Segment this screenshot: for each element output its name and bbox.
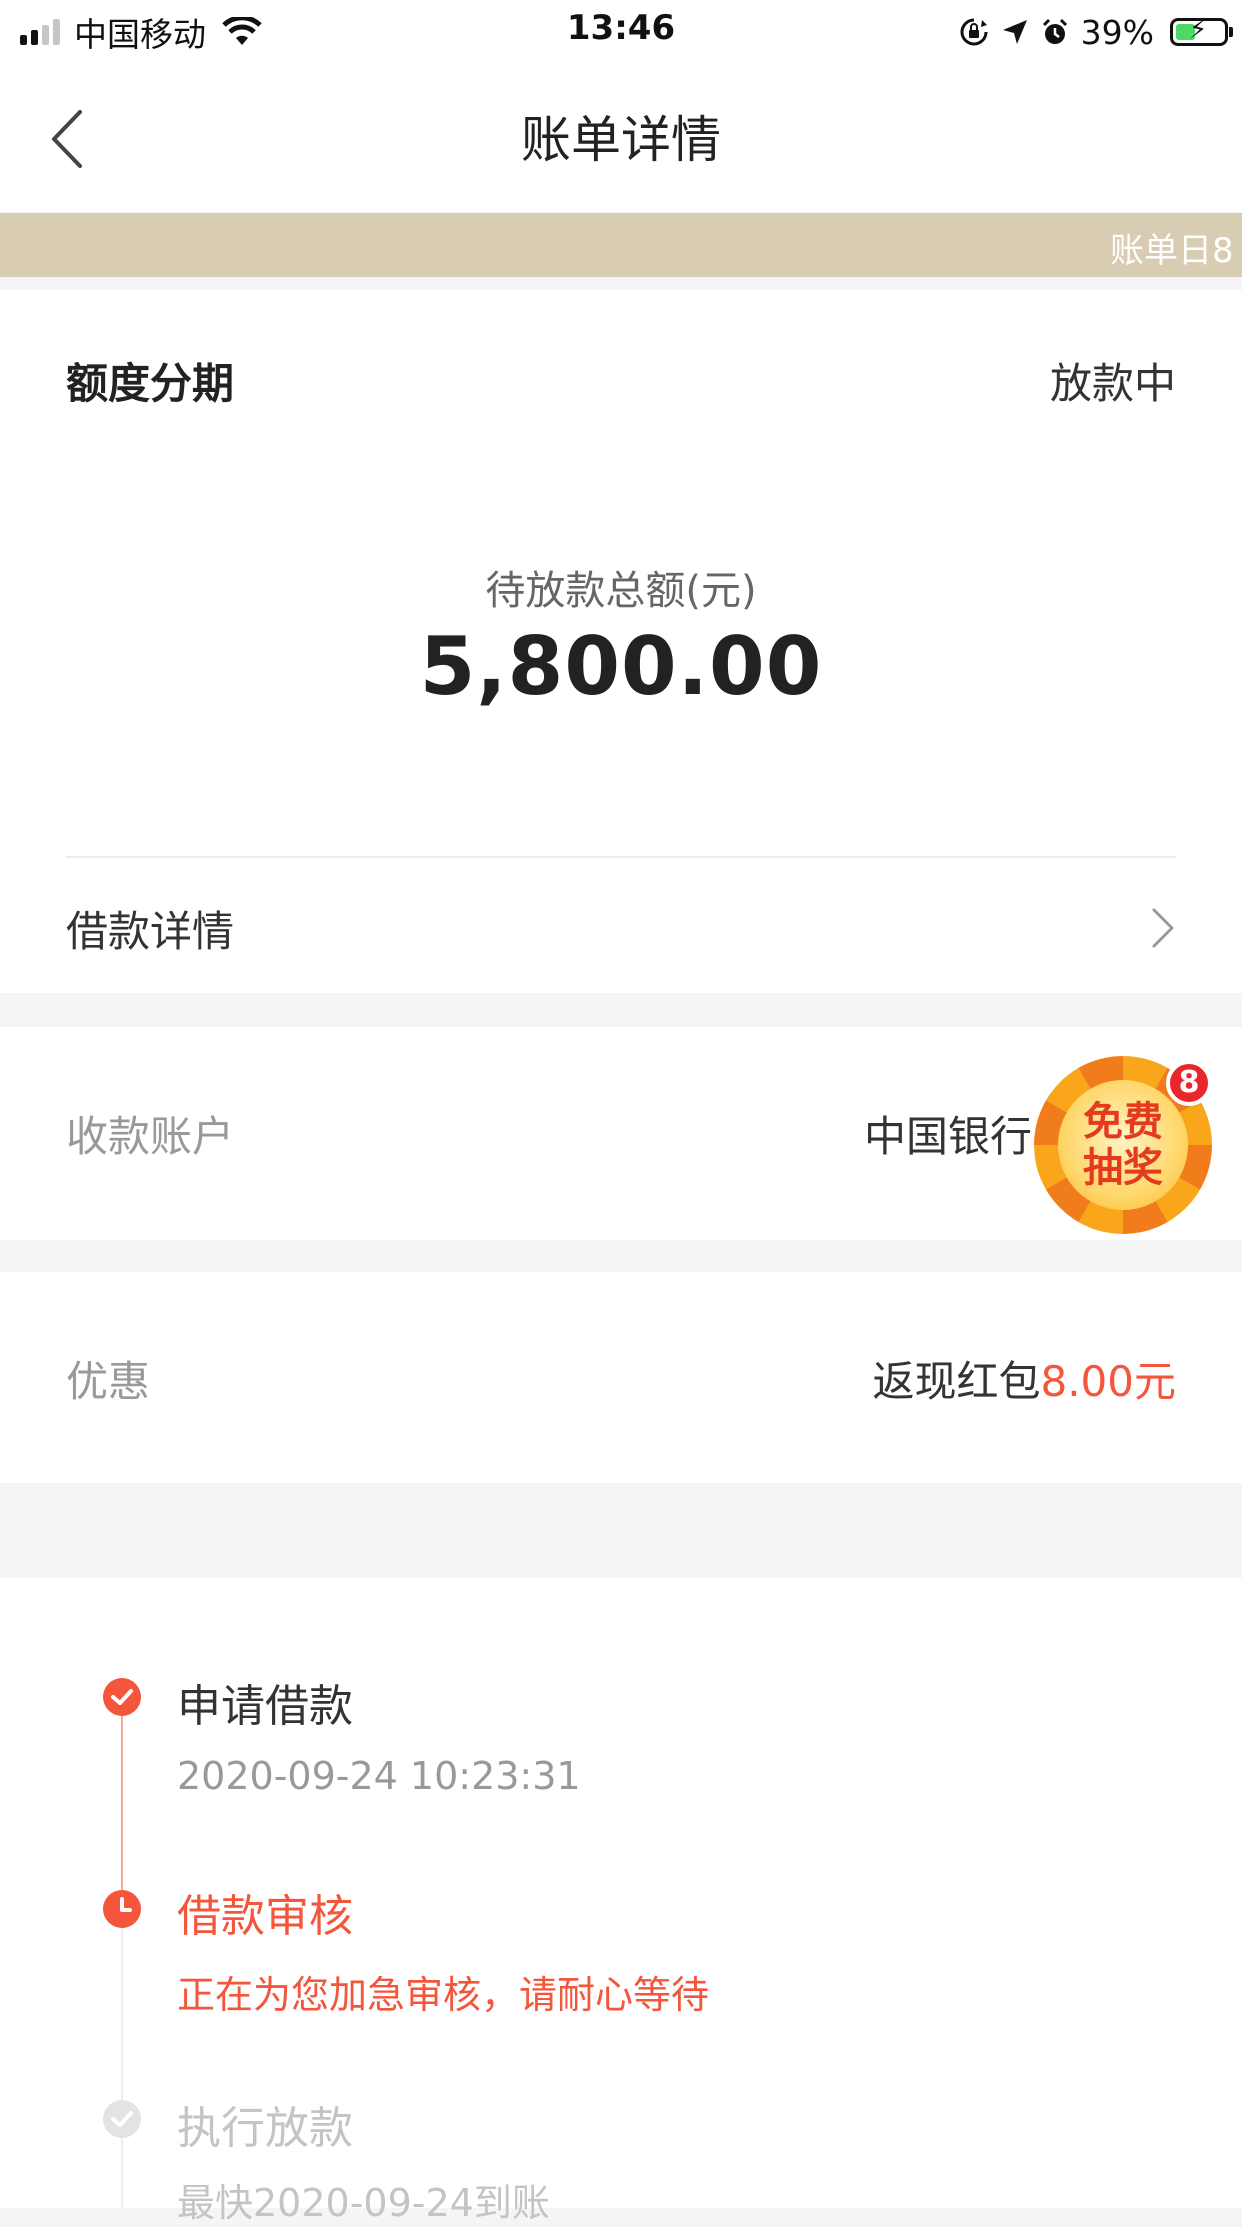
loan-detail-label: 借款详情 bbox=[66, 907, 235, 956]
step-apply-title: 申请借款 bbox=[177, 1681, 353, 1732]
check-circle-icon bbox=[102, 1677, 142, 1717]
rotation-lock-icon bbox=[960, 18, 988, 46]
discount-value: 返现红包8.00元 bbox=[872, 1348, 1176, 1409]
step-apply-time: 2020-09-24 10:23:31 bbox=[177, 1754, 581, 1798]
notice-text: 账单日8 bbox=[1110, 231, 1234, 271]
page-title: 账单详情 bbox=[521, 111, 721, 169]
clock-icon bbox=[102, 1889, 142, 1929]
step-review-note: 正在为您加急审核，请耐心等待 bbox=[177, 1973, 710, 2017]
chevron-right-icon bbox=[1152, 908, 1174, 948]
carrier-name: 中国移动 bbox=[74, 15, 206, 54]
status-left: 中国移动 bbox=[20, 10, 262, 54]
discount-type: 返现红包 bbox=[872, 1357, 1041, 1406]
product-name: 额度分期 bbox=[66, 359, 235, 408]
notice-banner[interactable]: 账单日8 bbox=[0, 213, 1242, 277]
nav-bar: 账单详情 bbox=[0, 62, 1242, 212]
timeline-line-done bbox=[121, 1700, 123, 1910]
battery-percent: 39% bbox=[1080, 12, 1154, 52]
step-disburse-note: 最快2020-09-24到账 bbox=[177, 2181, 550, 2225]
account-value: 中国银行 bbox=[863, 1112, 1032, 1161]
signal-icon bbox=[20, 19, 60, 45]
timeline-line-pending bbox=[121, 1910, 123, 2208]
check-circle-pending-icon bbox=[102, 2099, 142, 2139]
status-right: 39% ⚡ bbox=[959, 10, 1233, 54]
lottery-face: 免费 抽奖 bbox=[1058, 1080, 1188, 1210]
status-bar: 中国移动 13:46 39% ⚡ bbox=[0, 0, 1242, 62]
free-lottery-button[interactable]: 免费 抽奖 8 bbox=[1034, 1056, 1212, 1234]
location-icon bbox=[1002, 20, 1027, 44]
lottery-line2: 抽奖 bbox=[1083, 1145, 1163, 1191]
loan-status: 放款中 bbox=[1049, 359, 1176, 408]
discount-row: 优惠 返现红包8.00元 bbox=[0, 1272, 1242, 1483]
discount-label: 优惠 bbox=[66, 1357, 151, 1406]
wifi-icon bbox=[222, 17, 262, 45]
alarm-icon bbox=[1042, 18, 1067, 44]
amount-label: 待放款总额(元) bbox=[485, 568, 757, 614]
battery-icon: ⚡ bbox=[1170, 17, 1233, 46]
step-review-title: 借款审核 bbox=[177, 1891, 353, 1942]
step-disburse-title: 执行放款 bbox=[177, 2103, 353, 2154]
lottery-count-badge: 8 bbox=[1166, 1060, 1212, 1106]
amount-value: 5,800.00 bbox=[419, 620, 823, 713]
loan-detail-link[interactable]: 借款详情 bbox=[0, 858, 1242, 993]
account-label: 收款账户 bbox=[66, 1112, 235, 1161]
discount-amount: 8.00元 bbox=[1040, 1357, 1176, 1406]
summary-card: 额度分期 放款中 待放款总额(元) 5,800.00 借款详情 bbox=[0, 290, 1242, 993]
lottery-line1: 免费 bbox=[1083, 1099, 1163, 1145]
